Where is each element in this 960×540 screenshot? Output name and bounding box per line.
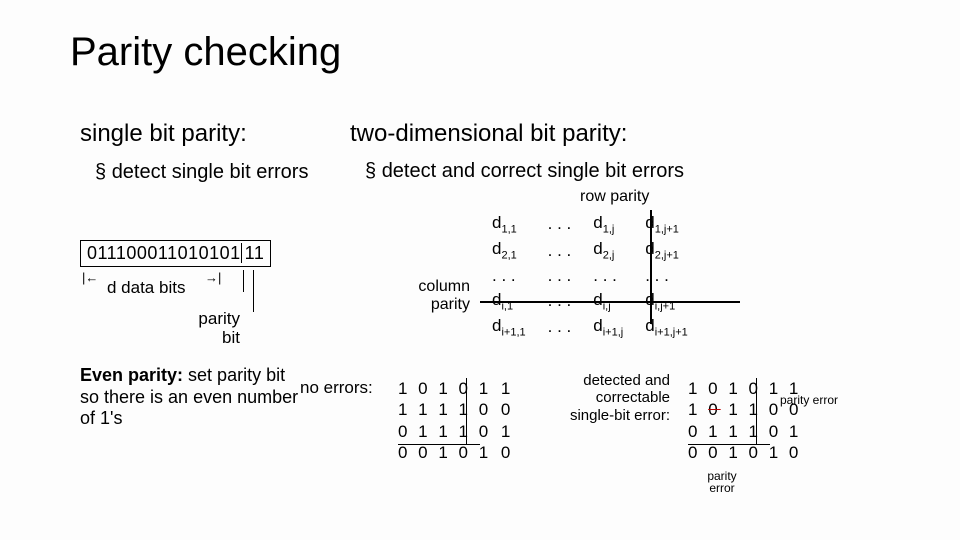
even-parity-bold: Even parity:	[80, 365, 183, 385]
column-parity-label: column parity	[400, 278, 470, 313]
grid-no-errors: 1 0 1 0 1 1 1 1 1 1 0 0 0 1 1 1 0 1 0 0 …	[398, 378, 513, 463]
left-bullet-text: detect single bit errors	[112, 161, 309, 183]
bit-sequence-box: 01110001101010111	[80, 240, 271, 267]
bullet-icon: §	[95, 161, 112, 183]
parity-error-right: parity error	[780, 394, 838, 406]
page-title: Parity checking	[70, 30, 341, 75]
parity-bit-cell: 11	[241, 243, 265, 263]
detected-label: detected and correctable single-bit erro…	[560, 372, 670, 424]
parity-bit-label: parity bit	[180, 310, 240, 347]
bullet-icon: §	[365, 160, 382, 182]
left-heading: single bit parity:	[80, 120, 247, 148]
row-parity-label: row parity	[580, 188, 649, 206]
arrow-right-icon: →|	[205, 270, 221, 285]
parity-matrix: d1,1 . . . d1,j d1,j+1 d2,1 . . . d2,j d…	[480, 210, 700, 342]
matrix-vline-icon	[650, 210, 652, 324]
right-heading: two-dimensional bit parity:	[350, 120, 627, 148]
grid2-vline-icon	[756, 378, 757, 444]
parity-error-bottom: parity error	[702, 470, 742, 494]
even-parity-note: Even parity: set parity bit so there is …	[80, 365, 300, 430]
grid1-hline-icon	[398, 444, 480, 445]
no-errors-label: no errors:	[300, 378, 373, 398]
flipped-bit: 0	[708, 400, 720, 419]
matrix-hline-icon	[480, 301, 740, 303]
left-bullet: § detect single bit errors	[95, 160, 308, 184]
right-bullet: § detect and correct single bit errors	[365, 160, 684, 183]
pointer-line-icon	[253, 270, 254, 312]
arrow-left-icon: |←	[82, 270, 98, 285]
grid-with-error: 1 0 1 0 1 1 1 0 1 1 0 0 0 1 1 1 0 1 0 0 …	[688, 378, 801, 463]
grid2-hline-icon	[688, 444, 770, 445]
grid1-vline-icon	[466, 378, 467, 444]
right-bullet-text: detect and correct single bit errors	[382, 160, 684, 182]
data-bits-label: d data bits	[107, 278, 185, 298]
divider-icon	[243, 270, 244, 292]
bit-sequence: 011100011010101	[87, 243, 241, 263]
